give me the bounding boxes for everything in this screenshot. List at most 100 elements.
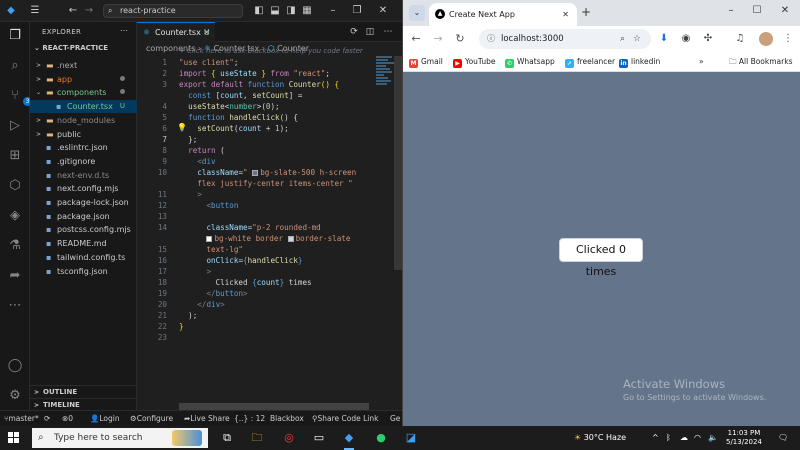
- tree-file[interactable]: ▪ next-env.d.ts: [30, 169, 137, 182]
- bookmark-item[interactable]: M Gmail: [409, 52, 443, 72]
- chrome-menu-icon[interactable]: ⋮: [781, 32, 795, 46]
- outline-section[interactable]: > OUTLINE: [30, 385, 137, 398]
- minimize-icon[interactable]: –: [326, 4, 340, 18]
- horizontal-scrollbar[interactable]: [179, 403, 369, 410]
- tree-folder[interactable]: > ▬ .next: [30, 59, 137, 72]
- source-control-icon[interactable]: ⑂ 3: [7, 88, 32, 106]
- back-arrow-icon[interactable]: ←: [409, 32, 423, 46]
- camera-extension-icon[interactable]: ◉: [679, 32, 693, 46]
- command-center-search[interactable]: ⌕ react-practice: [103, 4, 243, 18]
- new-tab-icon[interactable]: +: [581, 5, 591, 19]
- close-icon[interactable]: ✕: [376, 4, 390, 18]
- back-arrow-icon[interactable]: ←: [66, 4, 80, 18]
- cursor-position[interactable]: {..} : 12: [234, 411, 265, 426]
- profile-avatar[interactable]: [759, 32, 773, 46]
- bookmark-star-icon[interactable]: ☆: [633, 29, 641, 49]
- media-control-icon[interactable]: ♫: [733, 32, 747, 46]
- tree-folder[interactable]: > ▬ app: [30, 73, 137, 86]
- app-green-icon[interactable]: ●: [372, 429, 390, 447]
- bookmark-item[interactable]: ➚ freelancer: [565, 52, 615, 72]
- vscode-taskbar-icon[interactable]: ◆: [340, 429, 358, 450]
- tree-file[interactable]: ▪ next.config.mjs: [30, 182, 137, 195]
- bluetooth-icon[interactable]: ᛒ: [666, 426, 671, 450]
- network-icon[interactable]: ◠: [694, 426, 701, 450]
- site-info-icon[interactable]: ⓘ: [487, 29, 495, 49]
- tab-close-icon[interactable]: ✕: [562, 3, 569, 26]
- counter-button[interactable]: Clicked 0 times: [559, 238, 643, 278]
- more-views-icon[interactable]: ⋯: [7, 298, 23, 314]
- tree-file[interactable]: ▪ Counter.tsx U: [30, 100, 137, 114]
- bookmarks-overflow-icon[interactable]: »: [699, 52, 704, 72]
- tray-chevron-icon[interactable]: ^: [652, 426, 659, 450]
- extensions-icon[interactable]: ⊞: [7, 148, 23, 164]
- tree-file[interactable]: ▪ tailwind.config.ts: [30, 251, 137, 264]
- ai-chat-icon[interactable]: ⟳: [347, 25, 361, 39]
- toggle-sidebar-icon[interactable]: ◧: [252, 4, 266, 18]
- weather-widget[interactable]: ☀ 30°C Haze: [574, 426, 626, 450]
- chrome-icon[interactable]: ◎: [280, 429, 298, 447]
- project-root[interactable]: ⌄ REACT-PRACTICE: [34, 44, 108, 52]
- all-bookmarks[interactable]: 🗀 All Bookmarks: [729, 52, 792, 72]
- minimap[interactable]: [376, 56, 394, 96]
- vertical-scrollbar[interactable]: [394, 56, 402, 270]
- tab-search-chevron-icon[interactable]: ⌄: [409, 5, 425, 21]
- branch-status[interactable]: ⑂ master*: [4, 411, 39, 426]
- forward-arrow-icon[interactable]: →: [82, 4, 96, 18]
- live-share-icon[interactable]: ➦: [7, 268, 23, 284]
- tree-file[interactable]: ▪ README.md: [30, 237, 137, 250]
- task-view-icon[interactable]: ⧉: [218, 429, 236, 447]
- notifications-icon[interactable]: 🗨: [778, 426, 788, 450]
- maximize-icon[interactable]: ☐: [747, 5, 767, 16]
- blackbox-status[interactable]: Blackbox: [270, 411, 304, 426]
- volume-icon[interactable]: 🔈: [708, 426, 718, 450]
- configure-status[interactable]: ⚙ Configure: [130, 411, 173, 426]
- remote-explorer-icon[interactable]: ⬡: [7, 178, 23, 194]
- tree-file[interactable]: ▪ package.json: [30, 210, 137, 223]
- tab-close-icon[interactable]: ✕: [203, 23, 210, 42]
- menu-icon[interactable]: ☰: [28, 4, 42, 18]
- manage-gear-icon[interactable]: ⚙: [7, 388, 23, 404]
- problems-status[interactable]: ⊗ 0: [62, 411, 73, 426]
- code-editor[interactable]: 1 2 3 4 5 6 7 8 9 10 11 12 13 14 15 16 17 18 19 20 21 22 23 ✦ …: [137, 47, 402, 406]
- tree-file[interactable]: ▪ postcss.config.mjs: [30, 223, 137, 236]
- run-debug-icon[interactable]: ▷: [7, 118, 23, 134]
- terminal-icon[interactable]: ▭: [310, 429, 328, 447]
- windows-start-icon[interactable]: [8, 432, 20, 444]
- bookmark-item[interactable]: ✆ Whatsapp: [505, 52, 555, 72]
- sync-icon[interactable]: ⟳: [44, 411, 50, 426]
- taskbar-search[interactable]: ⌕ Type here to search: [32, 428, 208, 448]
- tree-file[interactable]: ▪ tsconfig.json: [30, 265, 137, 278]
- bookmark-item[interactable]: ▶ YouTube: [453, 52, 496, 72]
- status-extra[interactable]: Ge: [390, 411, 400, 426]
- login-status[interactable]: 👤 Login: [90, 411, 120, 426]
- cloud-icon[interactable]: ☁: [680, 426, 688, 450]
- customize-layout-icon[interactable]: ▦: [300, 4, 314, 18]
- forward-arrow-icon[interactable]: →: [431, 32, 445, 46]
- toggle-panel-icon[interactable]: ⬓: [268, 4, 282, 18]
- blackbox-icon[interactable]: ◈: [7, 208, 23, 224]
- share-code-link[interactable]: ⚲ Share Code Link: [312, 411, 378, 426]
- split-editor-icon[interactable]: ◫: [363, 25, 377, 39]
- search-icon[interactable]: ⌕: [7, 58, 23, 74]
- extensions-puzzle-icon[interactable]: ✣: [701, 32, 715, 46]
- tree-folder[interactable]: > ▬ node_modules: [30, 114, 137, 127]
- restore-icon[interactable]: ❐: [350, 4, 364, 18]
- explorer-icon[interactable]: ❐: [7, 28, 23, 44]
- toggle-secondary-sidebar-icon[interactable]: ◨: [284, 4, 298, 18]
- tree-folder[interactable]: > ▬ public: [30, 128, 137, 141]
- explorer-more-icon[interactable]: ⋯: [120, 26, 128, 35]
- file-explorer-icon[interactable]: 🗀: [248, 429, 266, 447]
- tree-file[interactable]: ▪ package-lock.json: [30, 196, 137, 209]
- reload-icon[interactable]: ↻: [453, 32, 467, 46]
- minimize-icon[interactable]: –: [721, 5, 741, 16]
- account-icon[interactable]: ◯: [7, 358, 23, 374]
- taskbar-clock[interactable]: 11:03 PM 5/13/2024: [726, 429, 762, 447]
- tree-file[interactable]: ▪ .gitignore: [30, 155, 137, 168]
- blackbox-hint[interactable]: ✦ Click here to ask Blackbox to help you…: [179, 47, 363, 55]
- tab-counter-tsx[interactable]: ⚛ Counter.tsx U ✕: [137, 22, 215, 42]
- app-blue-icon[interactable]: ◪: [402, 429, 420, 447]
- bookmark-item[interactable]: in linkedin: [619, 52, 660, 72]
- live-share-status[interactable]: ➦ Live Share: [184, 411, 230, 426]
- testing-icon[interactable]: ⚗: [7, 238, 23, 254]
- browser-tab[interactable]: ▲ Create Next App ✕: [429, 3, 577, 26]
